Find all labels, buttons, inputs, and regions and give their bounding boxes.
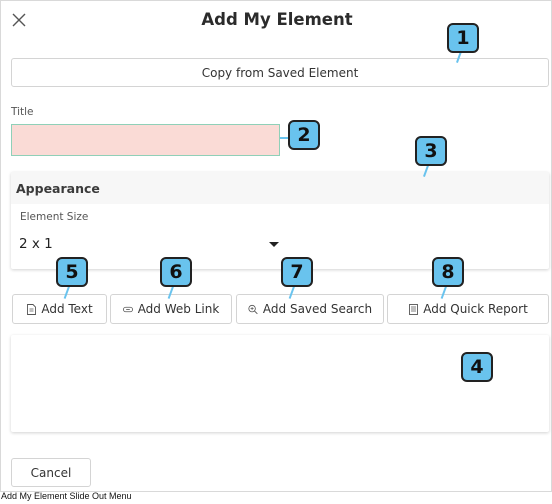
title-input[interactable]: [11, 124, 280, 156]
add-web-link-label: Add Web Link: [137, 302, 220, 316]
callout-badge-8: 8: [432, 257, 464, 287]
figure-caption: Add My Element Slide Out Menu: [1, 491, 132, 501]
cancel-button[interactable]: Cancel: [11, 458, 91, 487]
element-size-label: Element Size: [20, 211, 89, 223]
callout-badge-4: 4: [461, 352, 493, 382]
callout-badge-6: 6: [160, 257, 192, 287]
document-icon: [26, 303, 36, 315]
appearance-section: Appearance Element Size 2 x 1: [11, 172, 549, 269]
callout-badge-1: 1: [447, 23, 479, 53]
callout-badge-5: 5: [56, 257, 88, 287]
caret-down-icon: [269, 241, 279, 247]
element-content-area: [11, 335, 549, 432]
element-size-value: 2 x 1: [19, 236, 53, 252]
add-text-label: Add Text: [41, 302, 93, 316]
magnifier-plus-icon: [248, 304, 258, 315]
add-quick-report-label: Add Quick Report: [423, 302, 528, 316]
add-web-link-button[interactable]: Add Web Link: [110, 294, 232, 324]
callout-badge-3: 3: [415, 136, 447, 166]
add-saved-search-label: Add Saved Search: [262, 302, 373, 316]
add-text-button[interactable]: Add Text: [12, 294, 107, 324]
appearance-header: Appearance: [11, 172, 549, 204]
title-label: Title: [11, 106, 34, 118]
add-quick-report-button[interactable]: Add Quick Report: [387, 294, 549, 324]
report-icon: [408, 303, 418, 315]
link-icon: [122, 304, 133, 315]
callout-badge-2: 2: [288, 120, 320, 150]
callout-badge-7: 7: [281, 257, 313, 287]
add-saved-search-button[interactable]: Add Saved Search: [236, 294, 384, 324]
add-my-element-panel: Add My Element Copy from Saved Element T…: [0, 0, 552, 492]
copy-from-saved-element-button[interactable]: Copy from Saved Element: [11, 58, 549, 87]
element-size-select[interactable]: 2 x 1: [19, 232, 281, 256]
